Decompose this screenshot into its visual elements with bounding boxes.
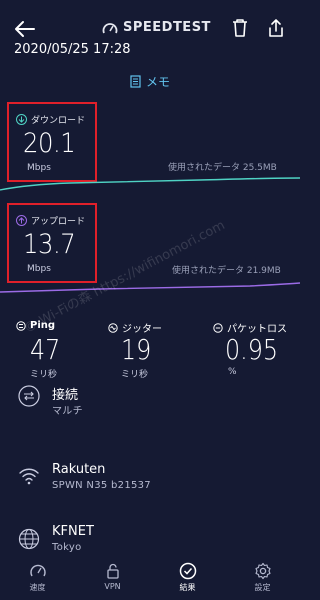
bottom-nav: 速度 VPN 結果 設定 [0, 562, 300, 600]
memo-button[interactable]: メモ [130, 73, 170, 90]
nav-speed[interactable]: 速度 [8, 562, 68, 600]
nav-results[interactable]: 結果 [158, 562, 218, 600]
connection-title: 接続 [52, 388, 79, 403]
speedometer-logo-icon [102, 22, 118, 33]
results-check-icon [179, 562, 196, 580]
nav-settings[interactable]: 設定 [233, 562, 293, 600]
logo-text: SPEEDTEST [123, 20, 211, 35]
packet-loss-value: 0.95 [225, 333, 278, 366]
upload-icon [16, 215, 27, 226]
share-button[interactable] [265, 17, 287, 39]
speedtest-logo: SPEEDTEST [102, 20, 211, 35]
memo-icon [130, 75, 141, 88]
ping-header: Ping [16, 320, 55, 331]
jitter-value: 19 [121, 333, 152, 366]
server-sub: Tokyo [52, 542, 82, 553]
upload-graph [0, 282, 300, 293]
back-button[interactable] [12, 16, 38, 42]
upload-value: 13.7 [23, 229, 76, 260]
download-value: 20.1 [23, 128, 76, 159]
packet-loss-icon [213, 322, 223, 333]
nav-results-label: 結果 [179, 583, 196, 592]
nav-vpn-label: VPN [104, 582, 121, 591]
connection-sub: マルチ [52, 406, 83, 417]
download-icon [16, 114, 27, 125]
ping-unit: ミリ秒 [30, 370, 58, 380]
speedometer-icon [29, 564, 46, 577]
lock-icon [106, 563, 119, 579]
isp-title: Rakuten [52, 462, 106, 477]
download-graph [0, 177, 300, 191]
settings-gear-icon [254, 562, 271, 580]
back-arrow-icon [15, 21, 35, 37]
connection-icon [18, 385, 40, 407]
jitter-icon [108, 322, 118, 333]
jitter-unit: ミリ秒 [121, 370, 149, 380]
ping-icon [16, 320, 26, 331]
wifi-icon [18, 465, 40, 487]
test-datetime: 2020/05/25 17:28 [14, 42, 131, 57]
ping-label: Ping [30, 320, 56, 331]
nav-speed-label: 速度 [29, 583, 46, 592]
share-icon [269, 19, 283, 37]
server-title: KFNET [52, 524, 94, 539]
delete-button[interactable] [229, 17, 251, 39]
download-label: ダウンロード [31, 116, 86, 126]
nav-vpn[interactable]: VPN [83, 562, 143, 600]
ping-value: 47 [30, 333, 61, 366]
upload-label: アップロード [31, 217, 86, 227]
globe-icon [18, 528, 40, 550]
isp-sub: SPWN N35 b21537 [52, 480, 151, 491]
packet-loss-unit: % [228, 367, 237, 377]
nav-settings-label: 設定 [254, 583, 271, 592]
memo-label: メモ [146, 75, 171, 89]
trash-icon [233, 19, 247, 37]
